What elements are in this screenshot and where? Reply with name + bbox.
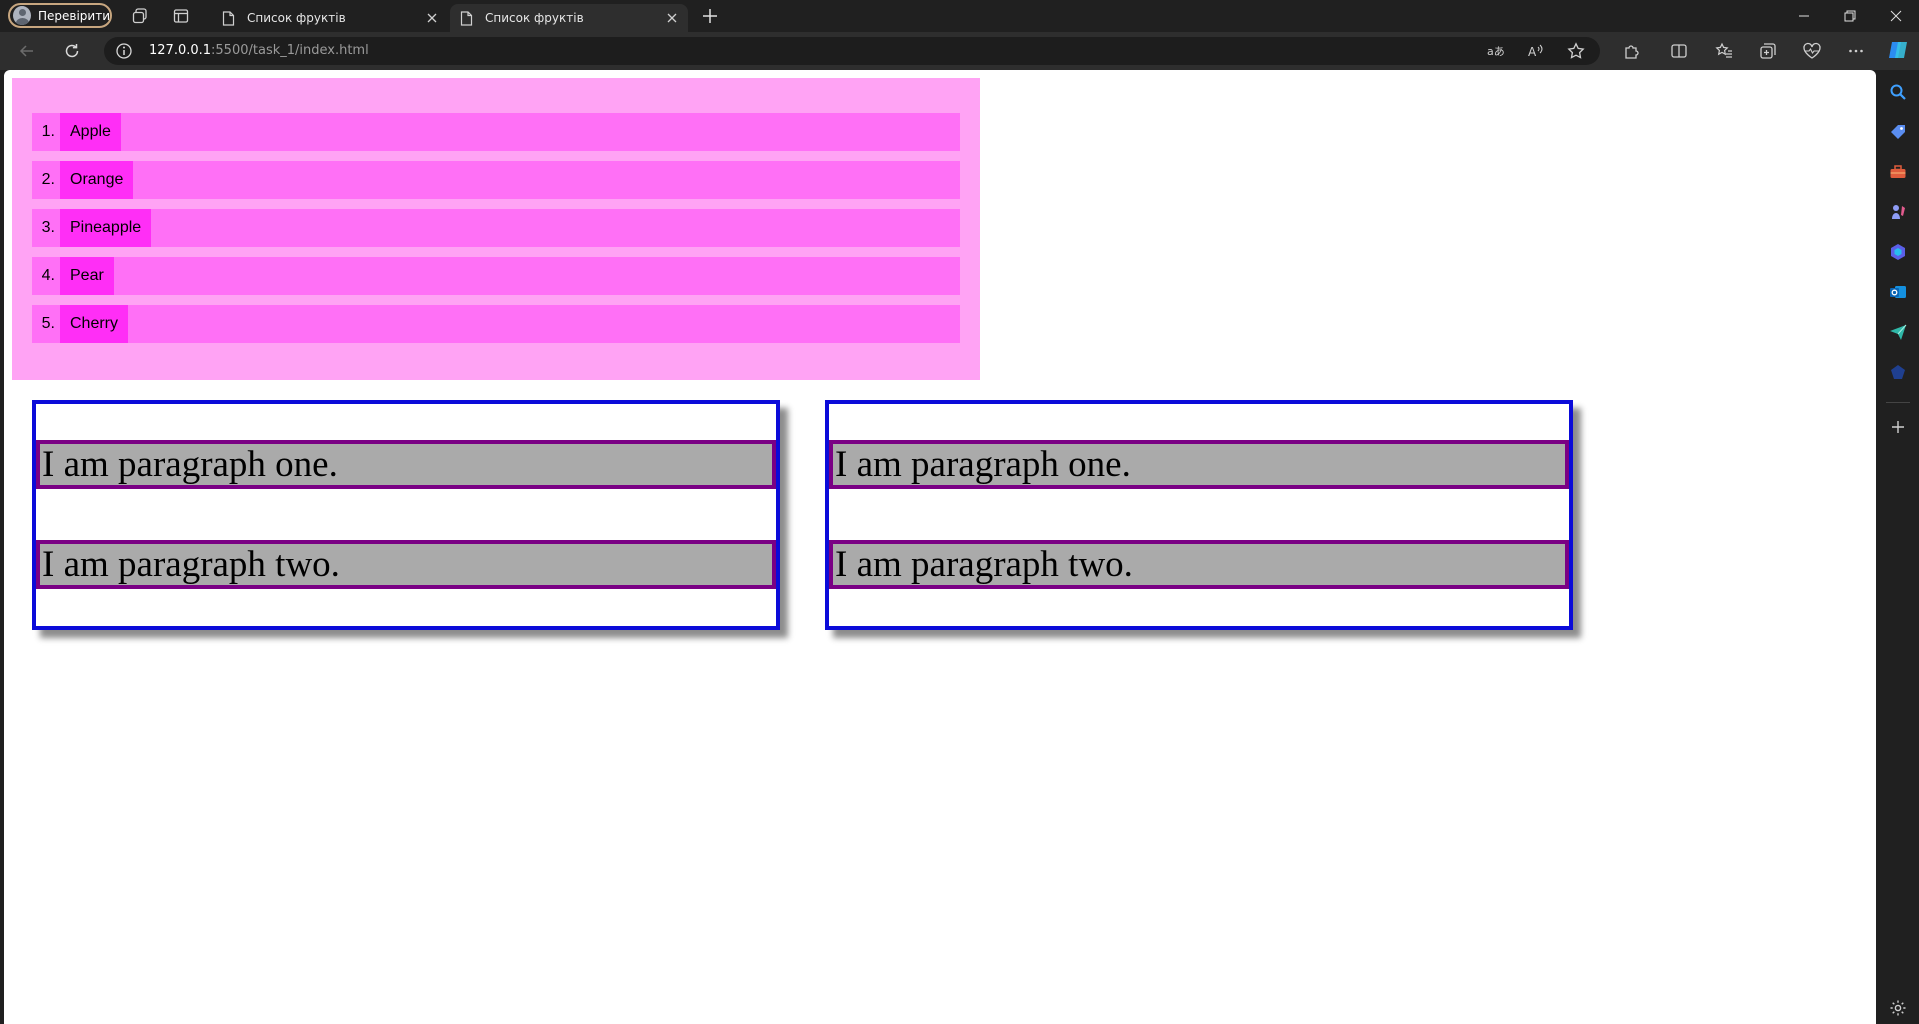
profile-label: Перевірити (37, 8, 110, 23)
svg-text:A: A (1528, 45, 1537, 59)
copilot-icon[interactable] (1886, 38, 1910, 62)
gear-icon (1890, 1000, 1906, 1016)
svg-text:aあ: aあ (1487, 45, 1505, 58)
read-aloud-icon: A (1528, 44, 1543, 59)
fruit-list-container: 1. Apple 2. Orange 3. Pineapple 4. Pear … (12, 78, 980, 380)
list-number: 3. (41, 219, 55, 236)
list-item: 2. Orange (32, 161, 960, 199)
workspaces-icon[interactable] (131, 7, 149, 25)
sidebar-drop[interactable] (1888, 322, 1908, 342)
refresh-button[interactable] (61, 40, 83, 62)
fruit-list: 1. Apple 2. Orange 3. Pineapple 4. Pear … (32, 113, 960, 343)
heart-pulse-icon (1803, 42, 1821, 59)
paragraph-two: I am paragraph two. (829, 540, 1569, 589)
sidebar-divider (1886, 402, 1910, 403)
list-number: 2. (41, 171, 55, 188)
outlook-icon (1890, 286, 1906, 298)
url-host: 127.0.0.1 (149, 43, 212, 58)
paragraph-two: I am paragraph two. (36, 540, 776, 589)
profile-button[interactable]: Перевірити (8, 3, 112, 28)
sidebar-tools[interactable] (1888, 162, 1908, 182)
sidebar-search[interactable] (1888, 82, 1908, 102)
sidebar-shopping[interactable] (1888, 122, 1908, 142)
page-icon (460, 10, 473, 26)
tab-title: Список фруктів (247, 11, 346, 25)
shopping-tag-icon (1891, 125, 1905, 139)
list-number: 4. (41, 267, 55, 284)
translate-icon: aあ (1487, 45, 1505, 58)
browser-essentials-button[interactable] (1801, 40, 1823, 62)
refresh-icon (65, 44, 79, 58)
page-viewport: 1. Apple 2. Orange 3. Pineapple 4. Pear … (4, 70, 1876, 1024)
more-icon (1849, 49, 1863, 53)
minimize-button[interactable] (1781, 0, 1827, 32)
page-icon (222, 10, 235, 26)
plus-icon (1892, 421, 1904, 433)
tab-actions-icon[interactable] (172, 7, 190, 25)
back-arrow-icon (19, 45, 33, 57)
extensions-button[interactable] (1621, 40, 1643, 62)
puzzle-icon (1625, 45, 1639, 59)
paper-plane-icon (1890, 324, 1907, 340)
split-screen-button[interactable] (1668, 40, 1690, 62)
favorite-button[interactable] (1565, 40, 1587, 62)
url-path: :5500/task_1/index.html (211, 43, 369, 58)
read-aloud-button[interactable]: A (1525, 40, 1547, 62)
fruit-name: Apple (60, 113, 121, 151)
close-tab-icon[interactable] (426, 12, 438, 24)
close-icon (1890, 10, 1902, 22)
close-tab-icon[interactable] (666, 12, 678, 24)
tab-strip: Перевірити Список фруктів Список фруктів (0, 0, 1919, 32)
restore-button[interactable] (1827, 0, 1873, 32)
sidebar-app[interactable] (1888, 362, 1908, 382)
chess-piece-icon (1892, 205, 1905, 219)
url-text[interactable]: 127.0.0.1:5500/task_1/index.html (149, 43, 369, 58)
toolbox-icon (1890, 165, 1906, 178)
fruit-name: Cherry (60, 305, 129, 343)
sidebar-settings[interactable] (1888, 998, 1908, 1018)
new-tab-icon[interactable] (700, 6, 720, 26)
tab-1[interactable]: Список фруктів (212, 4, 448, 32)
list-item: 3. Pineapple (32, 209, 960, 247)
translate-button[interactable]: aあ (1485, 40, 1507, 62)
fruit-name: Pear (60, 257, 114, 295)
address-bar[interactable]: 127.0.0.1:5500/task_1/index.html aあ A (104, 37, 1600, 65)
favorites-list-icon (1715, 42, 1732, 58)
star-icon (1567, 42, 1585, 59)
paragraph-one: I am paragraph one. (36, 440, 776, 489)
tab-2-active[interactable]: Список фруктів (450, 4, 688, 32)
sidebar-outlook[interactable] (1888, 282, 1908, 302)
paragraph-one: I am paragraph one. (829, 440, 1569, 489)
paragraph-box-left: I am paragraph one. I am paragraph two. (32, 400, 780, 630)
collections-button[interactable] (1757, 40, 1779, 62)
settings-more-button[interactable] (1845, 40, 1867, 62)
list-number: 1. (41, 123, 55, 140)
list-item: 5. Cherry (32, 305, 960, 343)
split-screen-icon (1671, 44, 1687, 58)
app-icon (1891, 365, 1905, 379)
close-window-button[interactable] (1873, 0, 1919, 32)
favorites-button[interactable] (1713, 40, 1735, 62)
list-item: 4. Pear (32, 257, 960, 295)
restore-icon (1844, 10, 1856, 22)
site-info-icon[interactable] (115, 42, 133, 60)
sidebar-games[interactable] (1888, 202, 1908, 222)
collections-icon (1760, 43, 1776, 59)
toolbar: 127.0.0.1:5500/task_1/index.html aあ A (0, 32, 1919, 70)
list-item: 1. Apple (32, 113, 960, 151)
avatar (13, 6, 31, 25)
microsoft-365-icon (1891, 244, 1905, 260)
fruit-name: Pineapple (60, 209, 152, 247)
list-number: 5. (41, 315, 55, 332)
edge-sidebar (1877, 70, 1919, 1024)
sidebar-add[interactable] (1888, 417, 1908, 437)
search-icon (1890, 84, 1906, 100)
tab-title: Список фруктів (485, 11, 584, 25)
fruit-name: Orange (60, 161, 134, 199)
minimize-icon (1799, 15, 1809, 17)
paragraph-box-right: I am paragraph one. I am paragraph two. (825, 400, 1573, 630)
back-button[interactable] (16, 40, 38, 62)
sidebar-m365[interactable] (1888, 242, 1908, 262)
